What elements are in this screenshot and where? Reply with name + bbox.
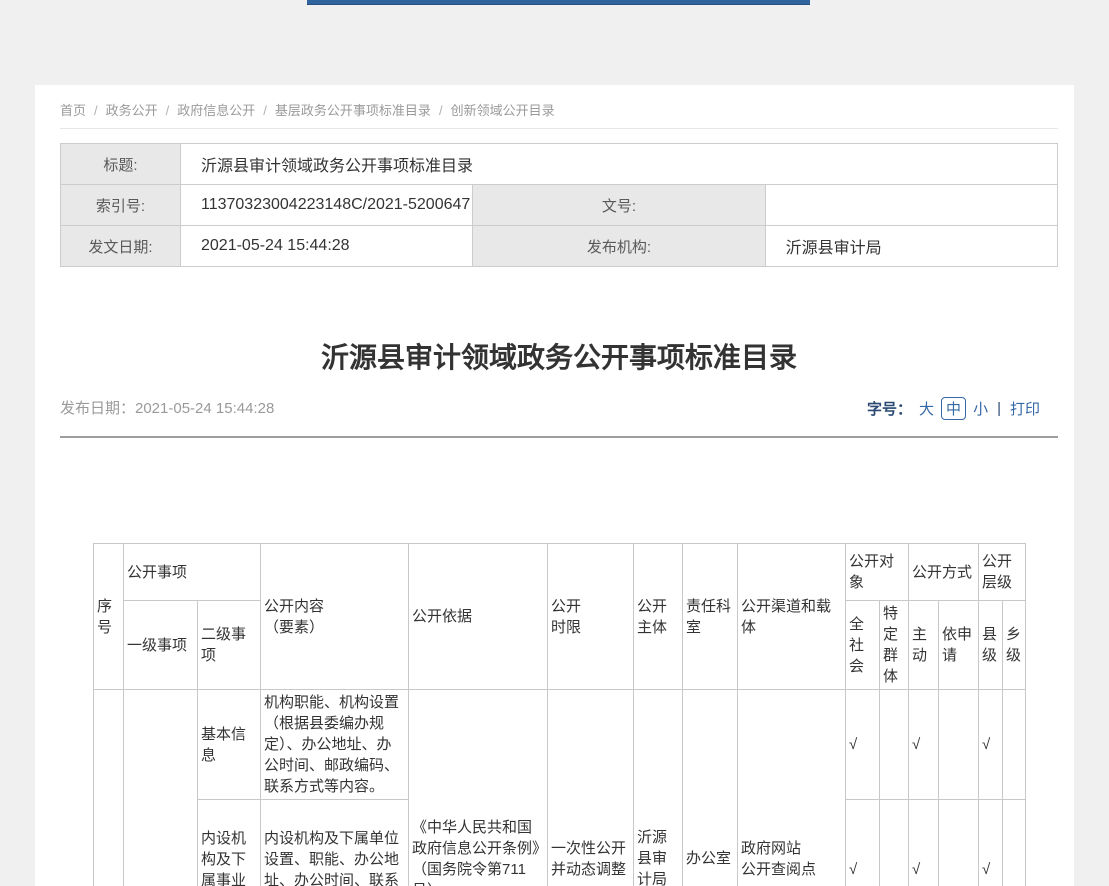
toolbar-divider: | [997,400,1001,417]
print-button[interactable]: 打印 [1010,398,1040,419]
meta-issue-date-label: 发文日期: [61,226,181,267]
col-header-level1: 一级事项 [124,601,198,690]
top-nav-bar-remnant [307,0,810,5]
cell-time-limit: 一次性公开并动态调整 [548,690,634,886]
col-header-time-limit: 公开 时限 [548,544,634,690]
breadcrumb-home[interactable]: 首页 [60,103,86,118]
meta-index-label: 索引号: [61,185,181,226]
meta-title-value: 沂源县审计领域政务公开事项标准目录 [181,144,1058,185]
col-header-seq: 序号 [94,544,124,690]
breadcrumb-info-disclosure[interactable]: 政府信息公开 [177,103,255,118]
document-meta-table: 标题: 沂源县审计领域政务公开事项标准目录 索引号: 1137032300422… [60,143,1058,267]
cell-content: 内设机构及下属单位设置、职能、办公地址、办公时间、联系方式、负责人姓名等 [261,800,409,886]
col-header-subject: 公开主体 [634,544,683,690]
col-header-method-active: 主动 [909,601,939,690]
publish-toolbar: 发布日期：2021-05-24 15:44:28 字号： 大 中 小 | 打印 [60,397,1058,421]
cell-channel: 政府网站 公开查阅点 [738,690,846,886]
meta-agency-value: 沂源县审计局 [765,226,1057,267]
cell-seq [94,690,124,886]
publish-date: 发布日期：2021-05-24 15:44:28 [60,397,274,418]
cell-check-level-county: √ [979,690,1003,800]
meta-row-date: 发文日期: 2021-05-24 15:44:28 发布机构: 沂源县审计局 [61,226,1058,267]
cell-check-audience-all: √ [846,800,880,886]
cell-check-audience-specific [880,800,909,886]
cell-check-level-town [1003,800,1026,886]
breadcrumb-standard-catalog[interactable]: 基层政务公开事项标准目录 [275,103,431,118]
cell-level2: 内设机构及下属事业单位 [198,800,261,886]
page-title: 沂源县审计领域政务公开事项标准目录 [60,336,1058,376]
col-header-level-town: 乡级 [1003,601,1026,690]
meta-issue-date-value: 2021-05-24 15:44:28 [181,226,473,267]
font-size-controls: 字号： 大 中 小 | 打印 [867,397,1040,420]
col-header-audience-all: 全社会 [846,601,880,690]
disclosure-catalog-table: 序号 公开事项 公开内容 （要素） 公开依据 公开 时限 公开主体 责任科室 公… [93,543,1026,886]
meta-doc-number-label: 文号: [473,185,765,226]
cell-level1 [124,690,198,886]
cell-basis: 《中华人民共和国政府信息公开条例》（国务院令第711号） [409,690,548,886]
meta-agency-label: 发布机构: [473,226,765,267]
cell-subject: 沂源县审计局 [634,690,683,886]
col-header-content: 公开内容 （要素） [261,544,409,690]
cell-check-method-active: √ [909,800,939,886]
content-card: 首页 / 政务公开 / 政府信息公开 / 基层政务公开事项标准目录 / 创新领域公开目录 标题:… [35,85,1074,886]
cell-content: 机构职能、机构设置（根据县委编办规定）、办公地址、办公时间、邮政编码、联系方式等… [261,690,409,800]
breadcrumb-zhengwu[interactable]: 政务公开 [106,103,158,118]
cell-check-method-request [939,800,979,886]
meta-row-index: 索引号: 11370323004223148C/2021-5200647 文号: [61,185,1058,226]
cell-check-level-county: √ [979,800,1003,886]
col-header-channel: 公开渠道和载体 [738,544,846,690]
col-header-department: 责任科室 [683,544,738,690]
col-header-basis: 公开依据 [409,544,548,690]
col-header-level-county: 县级 [979,601,1003,690]
breadcrumb-separator: / [439,103,443,118]
breadcrumb-separator: / [94,103,98,118]
breadcrumb-innovation-catalog[interactable]: 创新领域公开目录 [451,103,555,118]
cell-check-level-town [1003,690,1026,800]
breadcrumb: 首页 / 政务公开 / 政府信息公开 / 基层政务公开事项标准目录 / 创新领域公开目录 [60,100,555,119]
meta-index-value: 11370323004223148C/2021-5200647 [181,185,473,226]
font-medium-button[interactable]: 中 [941,397,966,420]
article-divider [60,436,1058,438]
col-header-method-request: 依申请 [939,601,979,690]
breadcrumb-separator: / [166,103,170,118]
font-large-button[interactable]: 大 [919,398,934,419]
breadcrumb-divider [60,128,1058,129]
meta-doc-number-value [765,185,1057,226]
font-small-button[interactable]: 小 [973,398,988,419]
page: 首页 / 政务公开 / 政府信息公开 / 基层政务公开事项标准目录 / 创新领域公开目录 标题:… [0,0,1109,886]
breadcrumb-separator: / [263,103,267,118]
cell-check-audience-all: √ [846,690,880,800]
catalog-header-row-1: 序号 公开事项 公开内容 （要素） 公开依据 公开 时限 公开主体 责任科室 公… [94,544,1026,601]
cell-department: 办公室 [683,690,738,886]
cell-check-method-request [939,690,979,800]
col-header-level: 公开层级 [979,544,1026,601]
cell-check-method-active: √ [909,690,939,800]
col-header-method: 公开方式 [909,544,979,601]
meta-title-label: 标题: [61,144,181,185]
table-row: 基本信息 机构职能、机构设置（根据县委编办规定）、办公地址、办公时间、邮政编码、… [94,690,1026,800]
cell-level2: 基本信息 [198,690,261,800]
col-header-audience-specific: 特定群体 [880,601,909,690]
font-size-label: 字号： [867,398,912,419]
col-header-level2: 二级事项 [198,601,261,690]
col-header-audience: 公开对象 [846,544,909,601]
cell-check-audience-specific [880,690,909,800]
col-header-matters: 公开事项 [124,544,261,601]
meta-row-title: 标题: 沂源县审计领域政务公开事项标准目录 [61,144,1058,185]
